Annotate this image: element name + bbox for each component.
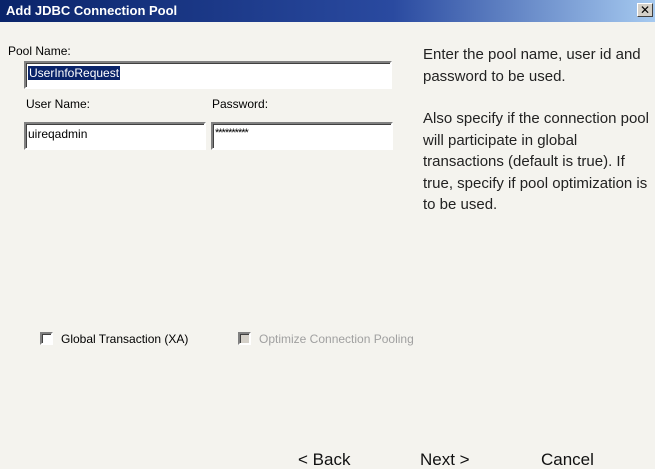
user-name-value: uireqadmin: [28, 127, 88, 141]
title-bar[interactable]: Add JDBC Connection Pool ✕: [0, 0, 655, 22]
help-paragraph-2: Also specify if the connection pool will…: [423, 110, 649, 213]
optimize-pooling-label: Optimize Connection Pooling: [259, 332, 414, 346]
global-transaction-checkbox[interactable]: Global Transaction (XA): [40, 332, 188, 346]
back-button[interactable]: < Back: [298, 450, 350, 470]
global-transaction-checkbox-box[interactable]: [40, 332, 53, 345]
close-icon[interactable]: ✕: [637, 3, 653, 17]
password-label: Password:: [212, 97, 269, 111]
window-title: Add JDBC Connection Pool: [6, 3, 178, 18]
optimize-pooling-checkbox: Optimize Connection Pooling: [238, 332, 414, 346]
password-value: **********: [215, 127, 249, 139]
pool-name-value: UserInfoRequest: [28, 66, 121, 80]
add-jdbc-connection-pool-dialog: Add JDBC Connection Pool ✕ Pool Name: Us…: [0, 0, 655, 469]
global-transaction-label: Global Transaction (XA): [61, 332, 189, 346]
password-input[interactable]: **********: [211, 122, 393, 150]
optimize-pooling-checkbox-box: [238, 332, 251, 345]
pool-name-input[interactable]: UserInfoRequest: [24, 61, 392, 89]
pool-name-label: Pool Name:: [8, 44, 71, 58]
help-text: Enter the pool name, user id and passwor…: [423, 44, 649, 237]
next-button[interactable]: Next >: [420, 450, 470, 470]
cancel-button[interactable]: Cancel: [541, 450, 594, 470]
user-name-label: User Name:: [26, 97, 91, 111]
user-name-input[interactable]: uireqadmin: [24, 122, 206, 150]
help-paragraph-1: Enter the pool name, user id and passwor…: [423, 46, 641, 85]
